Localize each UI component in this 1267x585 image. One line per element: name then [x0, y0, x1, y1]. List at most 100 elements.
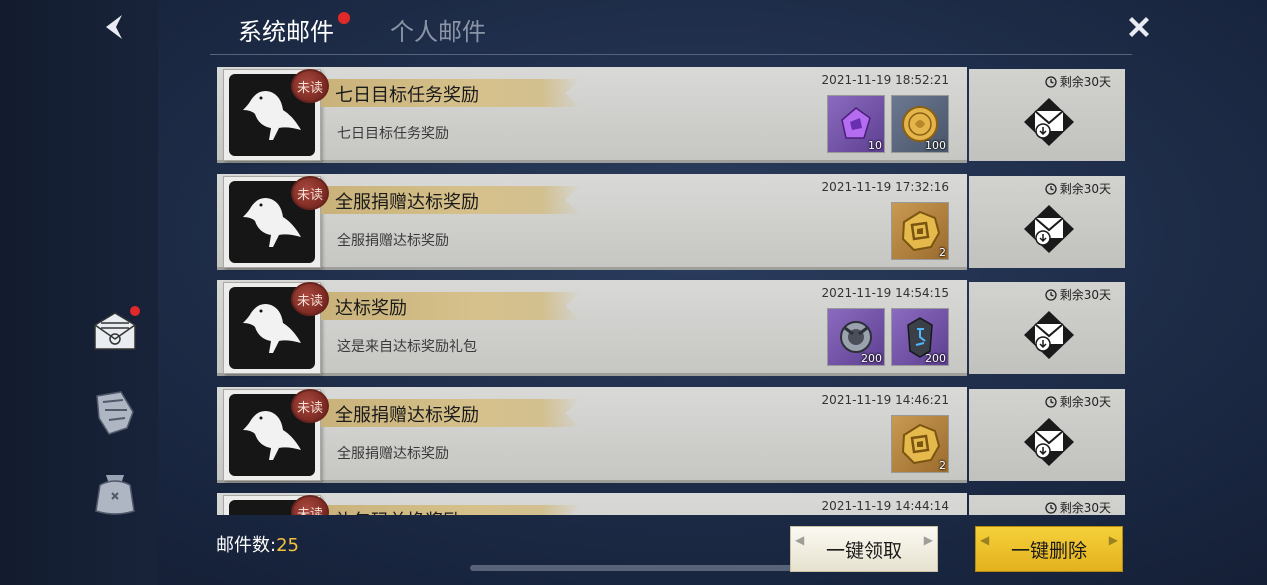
mail-count-label: 邮件数:: [216, 535, 277, 556]
mail-subtitle: 这是来自达标奖励礼包: [337, 339, 477, 355]
gold-token-icon: [901, 210, 941, 252]
expire-text: 剩余30天: [1059, 182, 1111, 196]
reward-items: 2: [891, 415, 949, 473]
expire-text: 剩余30天: [1059, 501, 1111, 515]
mail-date: 2021-11-19 14:54:15: [821, 286, 949, 300]
expire-label: 剩余30天: [1045, 286, 1111, 303]
close-icon: [1129, 17, 1149, 37]
envelope-download-icon: [1024, 98, 1074, 146]
reward-items: 10 100: [827, 95, 949, 153]
right-ornament-icon: ▶: [1108, 533, 1118, 547]
unread-seal: 未读: [291, 389, 329, 423]
mail-subtitle: 七日目标任务奖励: [337, 126, 449, 142]
mail-subtitle: 全服捐赠达标奖励: [337, 446, 449, 462]
mail-side-panel: 剩余30天: [969, 495, 1125, 515]
item-quantity: 100: [925, 139, 946, 152]
expire-text: 剩余30天: [1059, 395, 1111, 409]
mail-date: 2021-11-19 17:32:16: [821, 180, 949, 194]
clock-icon: [1045, 501, 1057, 514]
left-ornament-icon: ◀: [795, 533, 805, 547]
mail-subtitle: 全服捐赠达标奖励: [337, 233, 449, 249]
mail-title: 礼包码兑换奖励: [335, 507, 461, 515]
unread-seal: 未读: [291, 282, 329, 316]
expire-label: 剩余30天: [1045, 499, 1111, 515]
reward-item[interactable]: 200: [827, 308, 885, 366]
close-button[interactable]: [1122, 10, 1156, 44]
clock-icon: [1045, 75, 1057, 88]
mail-date: 2021-11-19 14:46:21: [821, 393, 949, 407]
mail-tabs: 系统邮件 个人邮件: [210, 0, 1132, 55]
sidebar-item-mail[interactable]: [88, 304, 142, 358]
scroll-icon: [96, 391, 134, 435]
back-arrow-icon: [106, 15, 122, 39]
reward-items: 200 200: [827, 308, 949, 366]
unread-seal: 未读: [291, 176, 329, 210]
mail-item[interactable]: 未读 全服捐赠达标奖励 全服捐赠达标奖励 2021-11-19 14:46:21…: [217, 387, 1125, 483]
sidebar-item-scroll[interactable]: [88, 386, 142, 440]
mail-title: 全服捐赠达标奖励: [335, 405, 479, 426]
mail-title: 全服捐赠达标奖励: [335, 192, 479, 213]
item-quantity: 200: [861, 352, 882, 365]
envelope-download-icon: [1024, 418, 1074, 466]
reward-item[interactable]: 10: [827, 95, 885, 153]
expire-label: 剩余30天: [1045, 393, 1111, 410]
tab-personal-mail-label: 个人邮件: [390, 18, 486, 46]
mail-title: 七日目标任务奖励: [335, 85, 479, 106]
item-quantity: 200: [925, 352, 946, 365]
mail-date: 2021-11-19 18:52:21: [821, 73, 949, 87]
mail-side-panel: 剩余30天: [969, 389, 1125, 481]
claim-mail-button[interactable]: [1021, 95, 1077, 149]
expire-text: 剩余30天: [1059, 75, 1111, 89]
envelope-download-icon: [1024, 205, 1074, 253]
claim-all-label: 一键领取: [825, 539, 902, 562]
claim-mail-button[interactable]: [1021, 202, 1077, 256]
purple-crystal-icon: [841, 107, 871, 139]
mail-count: 邮件数:25: [216, 531, 299, 557]
mail-item[interactable]: 未读 七日目标任务奖励 七日目标任务奖励 2021-11-19 18:52:21…: [217, 67, 1125, 163]
right-ornament-icon: ▶: [923, 533, 933, 547]
bag-icon: [95, 475, 135, 515]
horizontal-scrollbar[interactable]: [470, 565, 798, 571]
mail-count-value: 25: [276, 535, 299, 556]
mail-side-panel: 剩余30天: [969, 69, 1125, 161]
claim-mail-button[interactable]: [1021, 308, 1077, 362]
delete-all-label: 一键删除: [1010, 539, 1087, 562]
mail-item[interactable]: 未读 全服捐赠达标奖励 全服捐赠达标奖励 2021-11-19 17:32:16…: [217, 174, 1125, 270]
mail-icon: [94, 312, 136, 350]
reward-item[interactable]: 200: [891, 308, 949, 366]
reward-item[interactable]: 2: [891, 415, 949, 473]
reward-item[interactable]: 100: [891, 95, 949, 153]
clock-icon: [1045, 395, 1057, 408]
mail-item[interactable]: 未读 礼包码兑换奖励 2021-11-19 14:44:14 剩余30天: [217, 493, 1125, 515]
notification-dot: [338, 12, 350, 24]
clock-icon: [1045, 182, 1057, 195]
claim-mail-button[interactable]: [1021, 415, 1077, 469]
unread-seal: 未读: [291, 69, 329, 103]
reward-item[interactable]: 2: [891, 202, 949, 260]
item-quantity: 10: [868, 139, 882, 152]
mail-item[interactable]: 未读 达标奖励 这是来自达标奖励礼包 2021-11-19 14:54:15 2…: [217, 280, 1125, 376]
expire-text: 剩余30天: [1059, 288, 1111, 302]
item-quantity: 2: [939, 459, 946, 472]
tab-system-mail[interactable]: 系统邮件: [238, 12, 350, 47]
mail-side-panel: 剩余30天: [969, 176, 1125, 268]
mail-list[interactable]: 未读 七日目标任务奖励 七日目标任务奖励 2021-11-19 18:52:21…: [217, 67, 1125, 515]
expire-label: 剩余30天: [1045, 180, 1111, 197]
sidebar-item-bag[interactable]: [88, 466, 142, 520]
claim-all-button[interactable]: ◀ 一键领取 ▶: [790, 526, 938, 572]
mail-side-panel: 剩余30天: [969, 282, 1125, 374]
notification-dot: [130, 306, 140, 316]
reward-items: 2: [891, 202, 949, 260]
mail-date: 2021-11-19 14:44:14: [821, 499, 949, 513]
tab-personal-mail[interactable]: 个人邮件: [390, 12, 486, 47]
gold-token-icon: [901, 423, 941, 465]
item-quantity: 2: [939, 246, 946, 259]
left-ornament-icon: ◀: [980, 533, 990, 547]
expire-label: 剩余30天: [1045, 73, 1111, 90]
mail-title: 达标奖励: [335, 298, 407, 319]
clock-icon: [1045, 288, 1057, 301]
delete-all-button[interactable]: ◀ 一键删除 ▶: [975, 526, 1123, 572]
back-button[interactable]: [98, 10, 132, 44]
envelope-download-icon: [1024, 311, 1074, 359]
tab-system-mail-label: 系统邮件: [238, 18, 334, 46]
